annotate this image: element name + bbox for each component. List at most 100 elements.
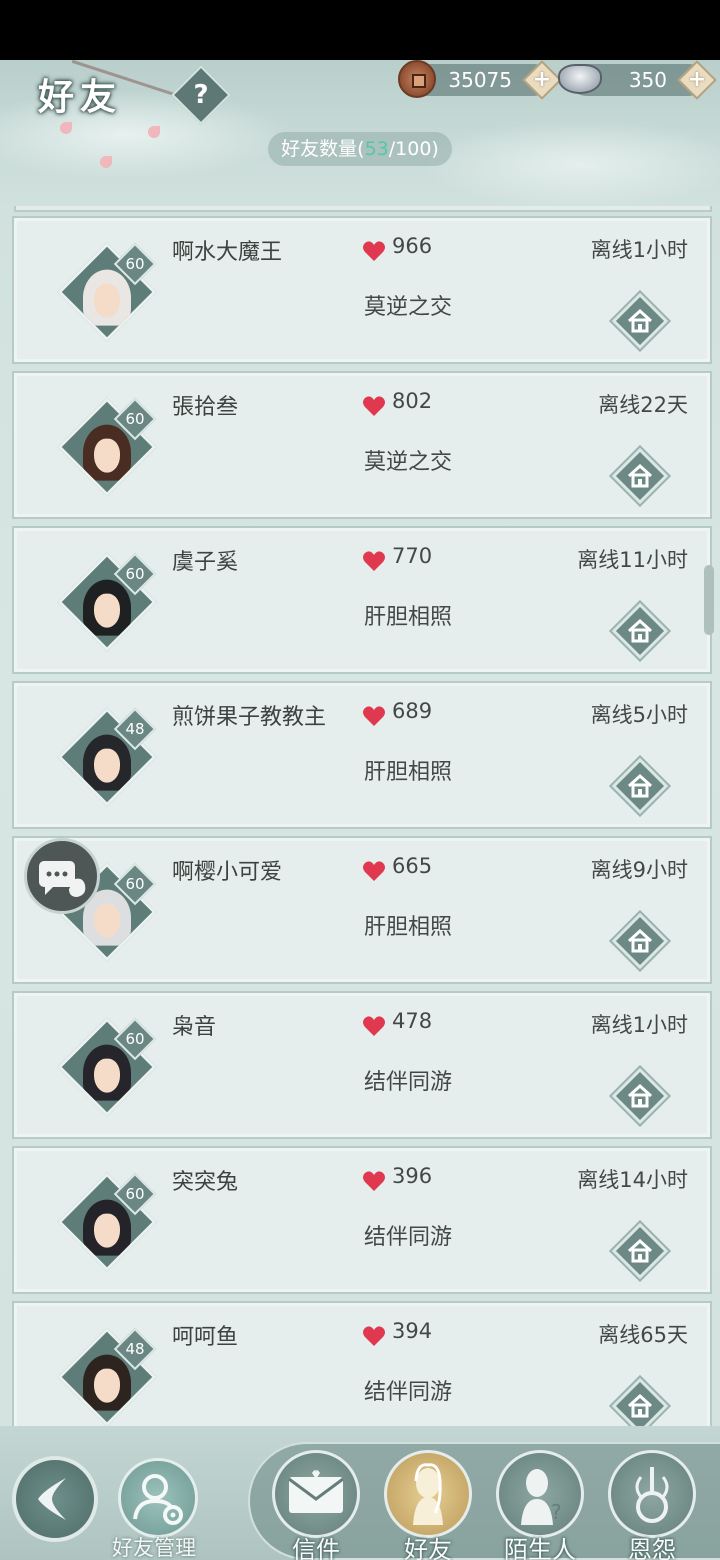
visit-home-button[interactable] xyxy=(611,602,669,660)
status-bar xyxy=(0,0,720,60)
offline-status: 离线1小时 xyxy=(590,238,688,262)
offline-status: 离线14小时 xyxy=(577,1168,688,1192)
visit-home-button[interactable] xyxy=(611,1222,669,1280)
avatar[interactable]: 48 xyxy=(57,1327,157,1427)
page-title: 好友 xyxy=(38,76,123,118)
cloud-decoration xyxy=(420,120,720,210)
home-icon xyxy=(623,1079,657,1113)
avatar[interactable]: 60 xyxy=(57,242,157,342)
friend-count: 好友数量(53/100) xyxy=(268,132,452,166)
friend-card[interactable]: 60 啊樱小可爱 665 肝胆相照 离线9小时 xyxy=(12,836,712,984)
tab-strangers-label: 陌生人 xyxy=(504,1536,576,1560)
level-value: 48 xyxy=(125,1340,145,1358)
friend-card[interactable]: 48 呵呵鱼 394 结伴同游 离线65天 xyxy=(12,1301,712,1428)
visit-home-button[interactable] xyxy=(611,447,669,505)
visit-home-button[interactable] xyxy=(611,757,669,815)
relationship-tier: 肝胆相照 xyxy=(364,605,453,630)
copper-coin-value: 35075 xyxy=(448,68,512,92)
tab-friends-label: 好友 xyxy=(404,1536,452,1560)
offline-status: 离线1小时 xyxy=(590,1013,688,1037)
portrait-image xyxy=(79,1199,135,1256)
friend-name: 煎饼果子教教主 xyxy=(172,705,327,730)
home-icon xyxy=(623,1234,657,1268)
visit-home-button[interactable] xyxy=(611,1067,669,1125)
relationship-tier: 肝胆相照 xyxy=(364,760,453,785)
level-value: 60 xyxy=(125,410,145,428)
back-button[interactable] xyxy=(12,1456,98,1542)
envelope-icon xyxy=(288,1470,344,1513)
chat-bubble-button[interactable] xyxy=(24,838,100,914)
intimacy-value: 966 xyxy=(392,234,433,258)
relationship-tier: 结伴同游 xyxy=(364,1225,453,1250)
offline-status: 离线65天 xyxy=(598,1323,688,1347)
plus-icon: + xyxy=(687,67,707,92)
heart-icon xyxy=(362,1015,386,1037)
avatar[interactable]: 60 xyxy=(57,397,157,497)
level-value: 60 xyxy=(125,565,145,583)
friend-card[interactable]: 60 虞子奚 770 肝胆相照 离线11小时 xyxy=(12,526,712,674)
level-value: 60 xyxy=(125,875,145,893)
home-icon xyxy=(623,769,657,803)
copper-coin-icon xyxy=(398,60,436,98)
portrait-image xyxy=(79,1044,135,1101)
back-arrow-icon xyxy=(38,1478,66,1520)
portrait-image xyxy=(79,734,135,791)
add-silver-button[interactable]: + xyxy=(677,60,717,100)
relationship-tier: 肝胆相照 xyxy=(364,915,453,940)
relationship-tier: 结伴同游 xyxy=(364,1070,453,1095)
tab-friends[interactable] xyxy=(384,1450,472,1538)
friend-name: 突突兔 xyxy=(172,1170,239,1195)
offline-status: 离线5小时 xyxy=(590,703,688,727)
add-coins-button[interactable]: + xyxy=(522,60,562,100)
intimacy-value: 665 xyxy=(392,854,433,878)
friend-count-label: 好友数量( xyxy=(281,138,365,160)
friend-card[interactable]: 60 張拾叁 802 莫逆之交 离线22天 xyxy=(12,371,712,519)
copper-coin-counter: 35075 + xyxy=(398,60,562,100)
friend-card[interactable]: 60 啊水大魔王 966 莫逆之交 离线1小时 xyxy=(12,216,712,364)
avatar[interactable]: 60 xyxy=(57,552,157,652)
friend-name: 張拾叁 xyxy=(172,395,239,420)
visit-home-button[interactable] xyxy=(611,912,669,970)
heart-icon xyxy=(362,860,386,882)
friend-name: 呵呵鱼 xyxy=(172,1325,239,1350)
tab-mail-label: 信件 xyxy=(292,1536,340,1560)
friend-management-button[interactable] xyxy=(118,1458,198,1538)
friend-card[interactable]: 60 突突兔 396 结伴同游 离线14小时 xyxy=(12,1146,712,1294)
offline-status: 离线22天 xyxy=(598,393,688,417)
friend-name: 虞子奚 xyxy=(172,550,239,575)
intimacy-value: 478 xyxy=(392,1009,433,1033)
silver-ingot-icon xyxy=(558,64,602,94)
tab-strangers[interactable]: ? xyxy=(496,1450,584,1538)
hookah-icon xyxy=(635,1467,669,1523)
silver-counter: 350 + xyxy=(558,60,717,100)
home-icon xyxy=(623,924,657,958)
heart-icon xyxy=(362,240,386,262)
avatar[interactable]: 48 xyxy=(57,707,157,807)
avatar[interactable]: 60 xyxy=(57,1017,157,1117)
level-value: 60 xyxy=(125,1185,145,1203)
heart-icon xyxy=(362,1325,386,1347)
friend-name: 枭音 xyxy=(172,1015,217,1040)
svg-text:?: ? xyxy=(551,1500,562,1524)
friend-management-label: 好友管理 xyxy=(112,1536,196,1560)
tab-grudges-label: 恩怨 xyxy=(628,1536,676,1560)
chat-icon xyxy=(39,861,86,897)
portrait-image xyxy=(79,269,135,326)
petal-decoration xyxy=(60,122,72,134)
scrollbar[interactable] xyxy=(704,565,714,635)
relationship-tier: 结伴同游 xyxy=(364,1380,453,1405)
heart-icon xyxy=(362,550,386,572)
friend-count-current: 53 xyxy=(364,138,389,160)
visit-home-button[interactable] xyxy=(611,292,669,350)
intimacy-value: 689 xyxy=(392,699,433,723)
friend-list[interactable]: 60 啊水大魔王 966 莫逆之交 离线1小时 60 張拾叁 802 莫逆之交 离线22天 60 虞子… xyxy=(0,206,720,1428)
friend-card[interactable]: 48 煎饼果子教教主 689 肝胆相照 离线5小时 xyxy=(12,681,712,829)
tab-grudges[interactable] xyxy=(608,1450,696,1538)
stranger-figure-icon: ? xyxy=(521,1469,562,1525)
avatar[interactable]: 60 xyxy=(57,1172,157,1272)
visit-home-button[interactable] xyxy=(611,1377,669,1428)
tab-mail[interactable] xyxy=(272,1450,360,1538)
relationship-tier: 莫逆之交 xyxy=(364,450,453,475)
friend-card[interactable]: 60 枭音 478 结伴同游 离线1小时 xyxy=(12,991,712,1139)
home-icon xyxy=(623,304,657,338)
